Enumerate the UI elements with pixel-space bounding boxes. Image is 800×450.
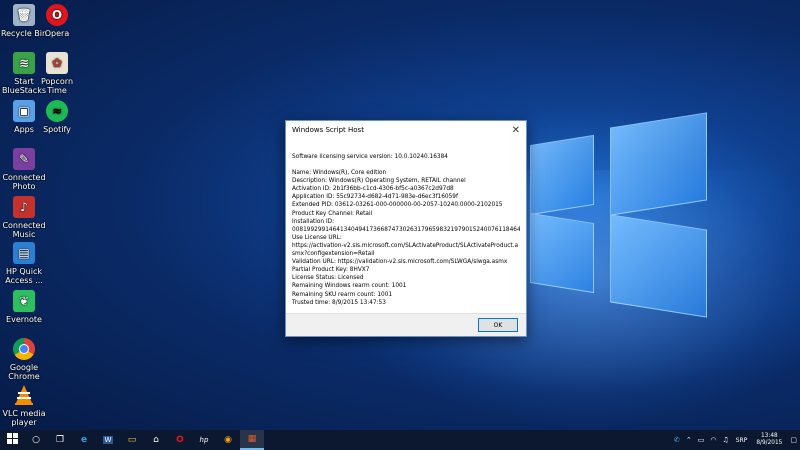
desktop-icon-label: Opera bbox=[44, 29, 70, 38]
connected-photo-icon: ✎ bbox=[13, 148, 35, 170]
task-view-icon: ❐ bbox=[55, 435, 65, 445]
desktop-icon-spotify[interactable]: ≈ Spotify bbox=[33, 100, 81, 134]
wifi-icon[interactable]: ◠ bbox=[710, 436, 716, 444]
message-line: Software licensing service version: 10.0… bbox=[292, 154, 448, 160]
folder-icon: ▭ bbox=[127, 435, 137, 445]
message-gap bbox=[292, 161, 520, 169]
tray-app-icon[interactable]: ✆ bbox=[674, 436, 680, 444]
clock-date: 8/9/2015 bbox=[756, 440, 783, 446]
connected-music-icon: ♪ bbox=[13, 196, 35, 218]
message-line: Trusted time: 8/9/2015 13:47:53 bbox=[292, 299, 386, 306]
popcorn-time-icon: ✿ bbox=[46, 52, 68, 74]
store-icon: ⌂ bbox=[153, 435, 159, 445]
desktop-icon-label: Popcorn Time bbox=[40, 77, 74, 95]
desktop-icon-label: Connected Photo bbox=[2, 173, 46, 191]
windows-logo-pane bbox=[610, 214, 707, 318]
ok-button[interactable]: OK bbox=[478, 318, 518, 332]
desktop-icon-connected-music[interactable]: ♪ Connected Music bbox=[0, 196, 48, 239]
message-line: License Status: Licensed bbox=[292, 275, 364, 282]
desktop-icon-evernote[interactable]: ❦ Evernote bbox=[0, 290, 48, 324]
taskbar-opera-button[interactable]: O bbox=[168, 430, 192, 450]
message-line: 0081992991464134049417366874730263179659… bbox=[292, 226, 520, 233]
volume-icon[interactable]: ♫ bbox=[722, 436, 728, 444]
chrome-icon: ◉ bbox=[224, 435, 232, 445]
spotify-icon: ≈ bbox=[46, 100, 68, 122]
recycle-bin-icon: 🗑 bbox=[13, 4, 35, 26]
desktop-icon-google-chrome[interactable]: Google Chrome bbox=[0, 338, 48, 381]
message-line: Name: Windows(R), Core edition bbox=[292, 170, 387, 177]
desktop-icon-label: HP Quick Access ... bbox=[5, 267, 43, 285]
dialog-titlebar[interactable]: Windows Script Host ✕ bbox=[286, 121, 526, 139]
taskbar-chrome-button[interactable]: ◉ bbox=[216, 430, 240, 450]
edge-icon: e bbox=[80, 435, 88, 445]
desktop-icon-opera[interactable]: O Opera bbox=[33, 4, 81, 38]
desktop-icon-label: VLC media player bbox=[2, 409, 46, 427]
message-line: Application ID: 55c92734-d682-4d71-983e-… bbox=[292, 194, 459, 201]
hp-icon: hp bbox=[199, 436, 209, 444]
windows-logo-pane bbox=[530, 134, 594, 216]
word-icon: W bbox=[102, 436, 114, 444]
hp-quick-access-icon: ▤ bbox=[13, 242, 35, 264]
close-icon[interactable]: ✕ bbox=[512, 125, 520, 136]
message-line: Installation ID: bbox=[292, 218, 335, 225]
desktop-icon-label: Evernote bbox=[6, 315, 42, 324]
opera-icon: O bbox=[46, 4, 68, 26]
vlc-icon bbox=[13, 384, 35, 406]
bluestacks-icon: ≋ bbox=[13, 52, 35, 74]
desktop-icon-label: Spotify bbox=[43, 125, 71, 134]
opera-icon: O bbox=[176, 435, 184, 445]
chrome-icon bbox=[13, 338, 35, 360]
message-line: Remaining Windows rearm count: 1001 bbox=[292, 283, 407, 290]
script-host-icon: ▦ bbox=[247, 434, 257, 444]
battery-icon[interactable]: ▭ bbox=[698, 436, 705, 444]
search-icon: ○ bbox=[32, 435, 40, 445]
dialog-button-bar: OK bbox=[286, 313, 526, 336]
message-line: Remaining SKU rearm count: 1001 bbox=[292, 291, 393, 298]
message-line: Validation URL: https://validation-v2.sl… bbox=[292, 259, 508, 266]
windows-logo-pane bbox=[530, 212, 594, 294]
dialog-message: Software licensing service version: 10.0… bbox=[286, 139, 526, 323]
taskbar-edge-button[interactable]: e bbox=[72, 430, 96, 450]
start-button[interactable] bbox=[0, 430, 24, 450]
desktop-icon-connected-photo[interactable]: ✎ Connected Photo bbox=[0, 148, 48, 191]
action-center-icon[interactable]: ▢ bbox=[790, 436, 797, 444]
chevron-up-icon[interactable]: ⌃ bbox=[686, 436, 692, 444]
taskbar-script-host-button[interactable]: ▦ bbox=[240, 430, 264, 450]
taskbar-store-button[interactable]: ⌂ bbox=[144, 430, 168, 450]
message-line: Description: Windows(R) Operating System… bbox=[292, 178, 466, 185]
message-line: Extended PID: 03612-03261-000-000000-00-… bbox=[292, 202, 503, 209]
system-tray: ✆ ⌃ ▭ ◠ ♫ SRP 13:48 8/9/2015 ▢ bbox=[671, 430, 800, 450]
message-line: Product Key Channel: Retail bbox=[292, 210, 373, 217]
message-line: https://activation-v2.sls.microsoft.com/… bbox=[292, 242, 519, 258]
desktop-icon-vlc[interactable]: VLC media player bbox=[0, 384, 48, 427]
dialog-title: Windows Script Host bbox=[292, 126, 364, 134]
desktop-icon-popcorn-time[interactable]: ✿ Popcorn Time bbox=[33, 52, 81, 95]
language-indicator[interactable]: SRP bbox=[736, 437, 748, 444]
message-line: Activation ID: 2b1f36bb-c1cd-4306-bf5c-a… bbox=[292, 186, 454, 193]
evernote-icon: ❦ bbox=[13, 290, 35, 312]
apps-icon: ▣ bbox=[13, 100, 35, 122]
windows-logo-pane bbox=[610, 112, 707, 216]
windows-start-icon bbox=[6, 433, 18, 447]
desktop-icon-label: Google Chrome bbox=[8, 363, 40, 381]
taskbar: ○ ❐ e W ▭ ⌂ O hp ◉ ▦ ✆ ⌃ ▭ ◠ ♫ SRP 13:48… bbox=[0, 430, 800, 450]
taskbar-task-view-button[interactable]: ❐ bbox=[48, 430, 72, 450]
message-line: Use License URL: bbox=[292, 234, 342, 241]
desktop-icon-label: Connected Music bbox=[2, 221, 46, 239]
taskbar-file-explorer-button[interactable]: ▭ bbox=[120, 430, 144, 450]
desktop-icon-hp-quick-access[interactable]: ▤ HP Quick Access ... bbox=[0, 242, 48, 285]
taskbar-search-button[interactable]: ○ bbox=[24, 430, 48, 450]
script-host-dialog: Windows Script Host ✕ Software licensing… bbox=[285, 120, 527, 337]
desktop-icon-label: Apps bbox=[14, 125, 34, 134]
clock[interactable]: 13:48 8/9/2015 bbox=[756, 433, 782, 447]
message-line: Partial Product Key: 8HVX7 bbox=[292, 267, 370, 274]
clock-time: 13:48 bbox=[760, 433, 778, 439]
taskbar-hp-button[interactable]: hp bbox=[192, 430, 216, 450]
taskbar-word-button[interactable]: W bbox=[96, 430, 120, 450]
